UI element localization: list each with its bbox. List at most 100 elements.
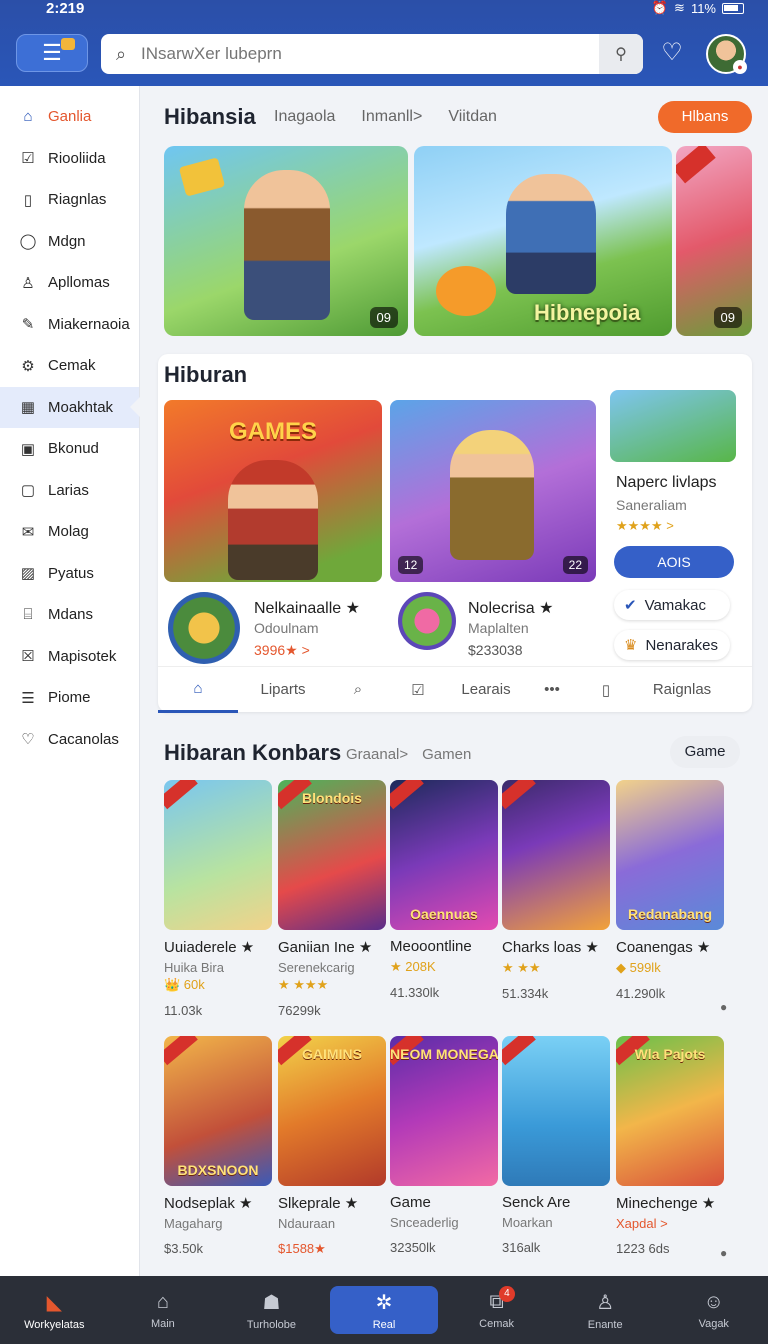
sidebar-item-piome[interactable]: ☰ Piome (0, 677, 139, 719)
game-sub: Xapdal > (616, 1216, 668, 1231)
game-thumb: Blondois (278, 780, 386, 930)
nav-cemak[interactable]: ⧉ 4 Cemak (442, 1276, 551, 1344)
nav-real[interactable]: ✲ Real (329, 1286, 439, 1334)
search-bar[interactable]: ⌕ ⚲ (101, 34, 643, 74)
search-input[interactable] (141, 44, 599, 64)
nav-turholobe[interactable]: ☗ Turholobe (217, 1276, 326, 1344)
nav-main[interactable]: ⌂ Main (109, 1276, 218, 1344)
nenarakes-button[interactable]: ♛ Nenarakes (614, 630, 730, 660)
sidebar-item-cemak[interactable]: ⚙ Cemak (0, 345, 139, 387)
nav-enante[interactable]: ♙ Enante (551, 1276, 660, 1344)
nav-vagak[interactable]: ☺ Vagak (659, 1276, 768, 1344)
more-dot-icon[interactable]: ● (720, 1000, 727, 1014)
sidebar-item-molag[interactable]: ✉ Molag (0, 511, 139, 553)
calendar-icon: ▣ (20, 440, 36, 458)
favorites-heart-icon[interactable]: ♡ (656, 38, 688, 70)
game-card[interactable]: NEOM MONEGAS Game Snceaderlig 32350lk (390, 1036, 498, 1255)
menu-button[interactable]: ☰ (16, 34, 88, 72)
vamakac-button[interactable]: ✔ Vamakac (614, 590, 730, 620)
banner-label: 09 (713, 307, 742, 328)
sidebar-item-label: Mdgn (48, 232, 86, 250)
game-tile[interactable]: 12 22 (390, 400, 596, 582)
panel-tabbar: ⌂ Liparts ⌕ ☑ Learais ••• ▯ Raignlas (158, 666, 752, 713)
featured-title: Nolecrisa ★ (468, 600, 554, 617)
subnav-graanal[interactable]: Graanal> (346, 746, 408, 763)
search-submit-icon[interactable]: ⚲ (599, 34, 643, 74)
top-bar: 2:219 ⏰ ≋ 11% ☰ ⌕ ⚲ ♡ ● (0, 0, 768, 86)
image-icon: ▨ (20, 565, 36, 583)
sidebar-item-pyatus[interactable]: ▨ Pyatus (0, 553, 139, 595)
side-card-rating: ★★★★ > (616, 518, 674, 533)
game-art-title: NEOM MONEGAS (390, 1046, 498, 1062)
more-icon[interactable]: ••• (524, 667, 580, 713)
tab-learais[interactable]: Learais (448, 667, 524, 713)
sidebar-item-bkonud[interactable]: ▣ Bkonud (0, 428, 139, 470)
featured-item[interactable]: Nolecrisa ★ Maplalten $233038 (398, 592, 598, 662)
game-card[interactable]: GAIMINS Slkeprale ★ Ndauraan $1588★ (278, 1036, 386, 1257)
tab-viitdan[interactable]: Viitdan (448, 108, 497, 126)
game-sub: Moarkan (502, 1215, 553, 1230)
nav-label: Main (150, 1317, 175, 1330)
banner-card[interactable]: 09 (164, 146, 408, 336)
featured-thumb (168, 592, 240, 664)
person-icon: ☗ (262, 1291, 281, 1314)
game-card[interactable]: BDXSNOON Nodseplak ★ Magaharg $3.50k (164, 1036, 272, 1256)
game-tile[interactable]: GAMES (164, 400, 382, 582)
heart-icon: ♡ (21, 731, 35, 749)
game-name: Minechenge ★ (616, 1195, 716, 1212)
banner-card[interactable]: Hibnepoia (414, 146, 672, 336)
section-title: Hibaran Konbars (164, 740, 342, 765)
banner-label: 09 (369, 307, 398, 328)
game-card[interactable]: Uuiaderele ★ Huika Bira 👑 60k 11.03k (164, 780, 272, 1018)
game-card[interactable]: Charks loas ★ ★ ★★ 51.334k (502, 780, 610, 1001)
game-name: Game (390, 1194, 431, 1211)
sidebar-item-label: Apllomas (48, 274, 110, 292)
sidebar-item-label: Pyatus (48, 564, 94, 582)
nav-label: Enante (587, 1318, 623, 1331)
sidebar-item-mdgn[interactable]: ◯ Mdgn (0, 221, 139, 263)
game-rating: ◆ 599lk (616, 960, 661, 975)
sidebar-item-label: Miakernaoia (48, 315, 130, 333)
featured-item[interactable]: Nelkainaalle ★ Odoulnam 3996★ > (168, 592, 388, 664)
game-art-title: BDXSNOON (177, 1162, 259, 1178)
subnav-gamen[interactable]: Gamen (422, 746, 471, 763)
game-name: Meooontline (390, 938, 472, 955)
tab-raignlas[interactable]: Raignlas (632, 667, 732, 713)
hlbans-button[interactable]: Hlbans (658, 101, 752, 133)
notification-badge (61, 38, 75, 50)
sidebar-item-larias[interactable]: ▢ Larias (0, 470, 139, 512)
nav-label: Turholobe (246, 1318, 296, 1331)
more-dot-icon[interactable]: ● (720, 1246, 727, 1260)
featured-title: Nelkainaalle ★ (254, 600, 360, 617)
game-card[interactable]: Blondois Ganiian Ine ★ Serenekcarig ★ ★★… (278, 780, 386, 1018)
nav-brand[interactable]: ◣ Workyelatas (0, 1276, 109, 1344)
game-filter-button[interactable]: Game (670, 736, 740, 768)
side-card-title: Naperc livlaps (616, 474, 717, 491)
game-card[interactable]: Oaennuas Meooontline ★ 208K 41.330lk (390, 780, 498, 1000)
game-card[interactable]: Redanabang Coanengas ★ ◆ 599lk 41.290lk (616, 780, 724, 1001)
aois-button[interactable]: AOIS (614, 546, 734, 578)
sidebar-item-home[interactable]: ⌂ Ganlia (0, 96, 139, 138)
tab-home[interactable]: ⌂ (158, 667, 238, 713)
sidebar-item-mapisotek[interactable]: ☒ Mapisotek (0, 636, 139, 678)
sidebar-item-riagnlas[interactable]: ▯ Riagnlas (0, 179, 139, 221)
sidebar-item-miakernaoia[interactable]: ✎ Miakernaoia (0, 304, 139, 346)
game-count: 316alk (502, 1240, 541, 1255)
sidebar-item-riooliida[interactable]: ☑ Riooliida (0, 138, 139, 180)
tab-inagaola[interactable]: Inagaola (274, 108, 335, 126)
game-sub: Ndauraan (278, 1216, 336, 1231)
banner-card[interactable]: 09 (676, 146, 752, 336)
tab-check[interactable]: ☑ (388, 667, 448, 713)
sidebar-item-mdans[interactable]: ⌸ Mdans (0, 594, 139, 636)
sidebar-item-apllomas[interactable]: ♙ Apllomas (0, 262, 139, 304)
game-name: Ganiian Ine ★ (278, 939, 373, 956)
game-card[interactable]: Senck Are Moarkan 316alk (502, 1036, 610, 1255)
game-card[interactable]: Wla Pajots Minechenge ★ Xapdal > 1223 6d… (616, 1036, 724, 1256)
tab-search[interactable]: ⌕ (328, 667, 388, 713)
avatar[interactable]: ● (706, 34, 747, 74)
tab-clipboard[interactable]: ▯ (580, 667, 632, 713)
tab-liparts[interactable]: Liparts (238, 667, 328, 713)
sidebar-item-moakhtak[interactable]: ▦ Moakhtak (0, 386, 140, 428)
tab-inmanll[interactable]: Inmanll> (361, 108, 422, 126)
sidebar-item-cacanolas[interactable]: ♡ Cacanolas (0, 719, 139, 761)
